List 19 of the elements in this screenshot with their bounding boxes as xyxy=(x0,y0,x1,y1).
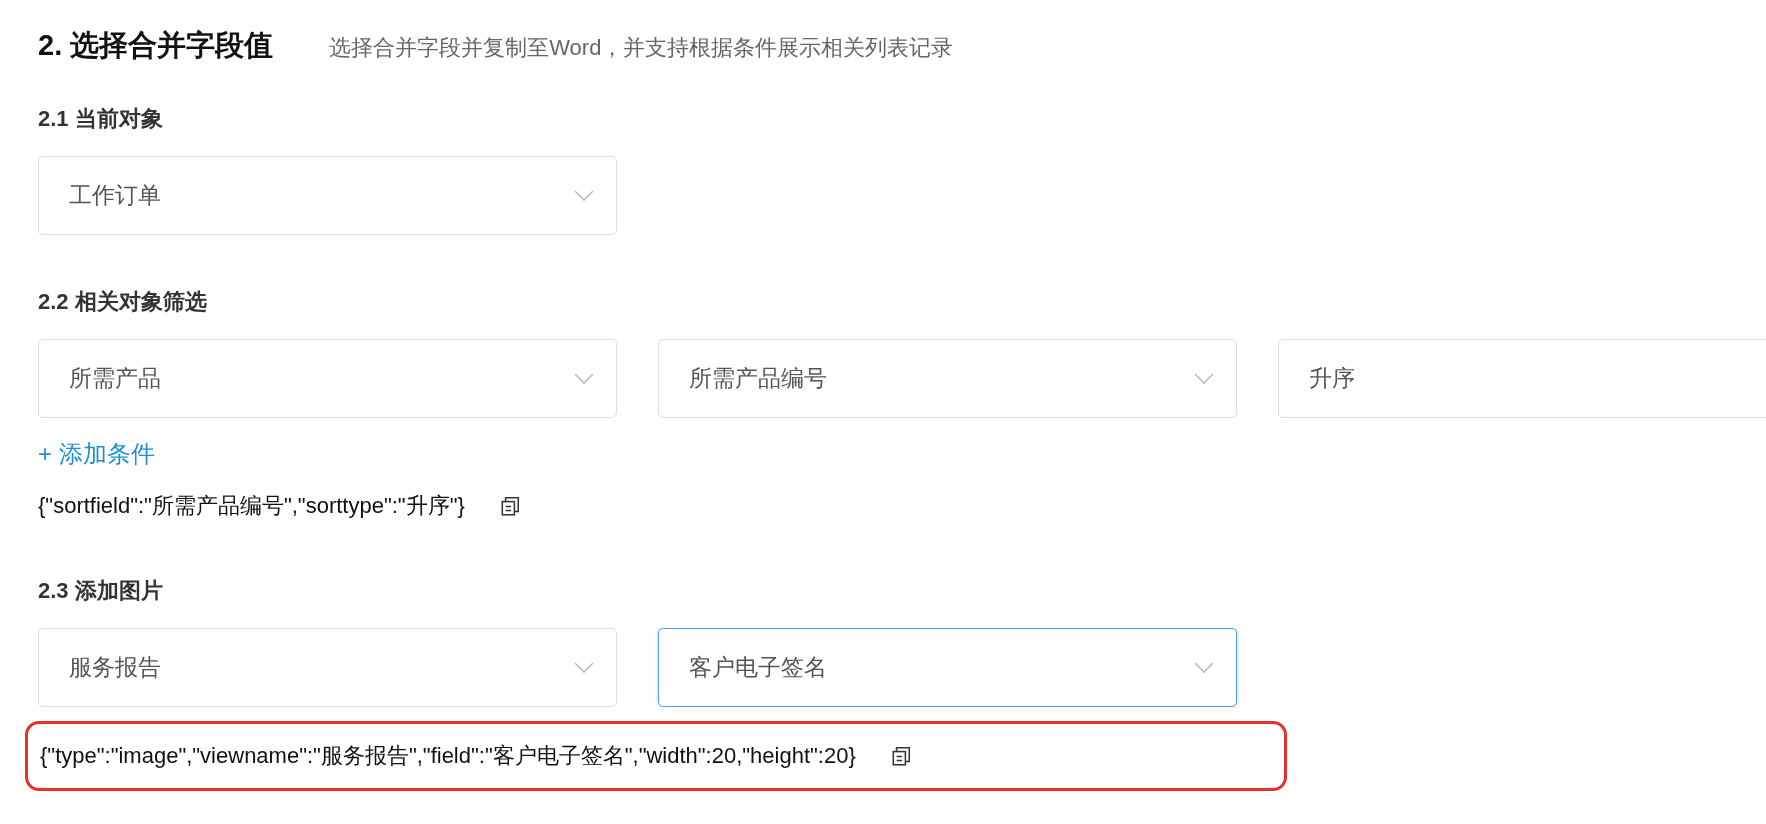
json-text: {"sortfield":"所需产品编号","sorttype":"升序"} xyxy=(38,492,465,520)
json-text: {"type":"image","viewname":"服务报告","field":"客户电子签名","width":20,"height":20} xyxy=(40,742,856,770)
chevron-down-icon xyxy=(574,372,594,385)
group-heading: 2.1 当前对象 xyxy=(38,105,164,133)
section-title: 2. 选择合并字段值 xyxy=(38,28,274,63)
section-subtitle: 选择合并字段并复制至Word，并支持根据条件展示相关列表记录 xyxy=(329,34,954,62)
chevron-down-icon xyxy=(1194,661,1214,674)
chevron-down-icon xyxy=(574,189,594,202)
dropdown-select[interactable]: 所需产品编号 xyxy=(658,339,1237,418)
add-condition-link[interactable]: + 添加条件 xyxy=(38,438,155,470)
chevron-down-icon xyxy=(574,661,594,674)
dropdown-select[interactable]: 客户电子签名 xyxy=(658,628,1237,707)
dropdown-select[interactable]: 工作订单 xyxy=(38,156,617,235)
group-heading: 2.3 添加图片 xyxy=(38,577,164,605)
dropdown-select[interactable]: 服务报告 xyxy=(38,628,617,707)
chevron-down-icon xyxy=(1194,372,1214,385)
group-heading: 2.2 相关对象筛选 xyxy=(38,288,208,316)
dropdown-select[interactable]: 升序 xyxy=(1278,339,1766,418)
dropdown-select[interactable]: 所需产品 xyxy=(38,339,617,418)
